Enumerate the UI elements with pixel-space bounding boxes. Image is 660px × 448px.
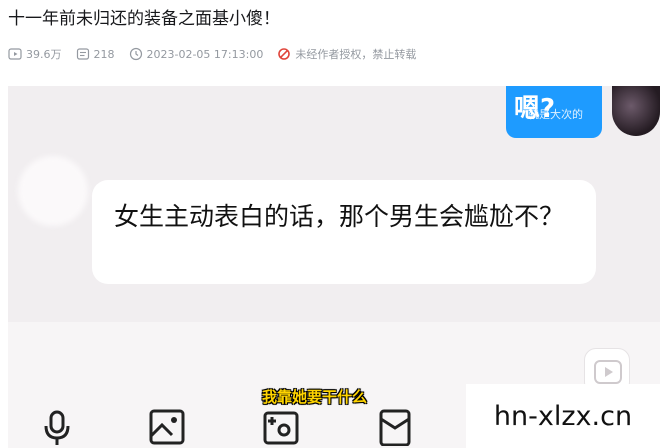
chat-bubble-blue-subtext: 就是大次的 xyxy=(528,108,583,121)
comment-count-text: 218 xyxy=(93,47,115,61)
copyright-notice: 未经作者授权，禁止转载 xyxy=(277,46,416,62)
video-title: 十一年前未归还的装备之面基小傻！ xyxy=(8,9,280,29)
play-count-icon xyxy=(8,48,22,60)
comment-count: 218 xyxy=(76,47,115,61)
camera-plus-icon[interactable] xyxy=(262,408,300,446)
publish-time-text: 2023-02-05 17:13:00 xyxy=(146,47,264,61)
red-packet-icon[interactable] xyxy=(376,408,414,446)
watermark-text: hn-xlzx.cn xyxy=(493,400,633,432)
copyright-text: 未经作者授权，禁止转载 xyxy=(295,48,417,61)
image-icon[interactable] xyxy=(148,408,186,446)
video-meta: 39.6万 218 2023-02-05 17:13:00 未经作者授权，禁止转… xyxy=(8,44,416,64)
view-count-text: 39.6万 xyxy=(26,48,62,61)
blurred-avatar xyxy=(18,156,88,226)
publish-time: 2023-02-05 17:13:00 xyxy=(129,47,264,61)
microphone-icon[interactable] xyxy=(38,408,76,446)
chat-bubble-blue: 嗯? 就是大次的 xyxy=(506,86,602,138)
avatar xyxy=(612,86,660,136)
clock-icon xyxy=(129,47,142,61)
chat-message-text: 女生主动表白的话，那个男生会尴尬不？ xyxy=(114,202,565,231)
comment-icon xyxy=(76,48,89,60)
chat-bubble-white: 女生主动表白的话，那个男生会尴尬不？ xyxy=(92,180,596,284)
watermark: hn-xlzx.cn xyxy=(466,384,660,448)
view-count: 39.6万 xyxy=(8,46,62,62)
forbidden-icon xyxy=(278,48,291,60)
